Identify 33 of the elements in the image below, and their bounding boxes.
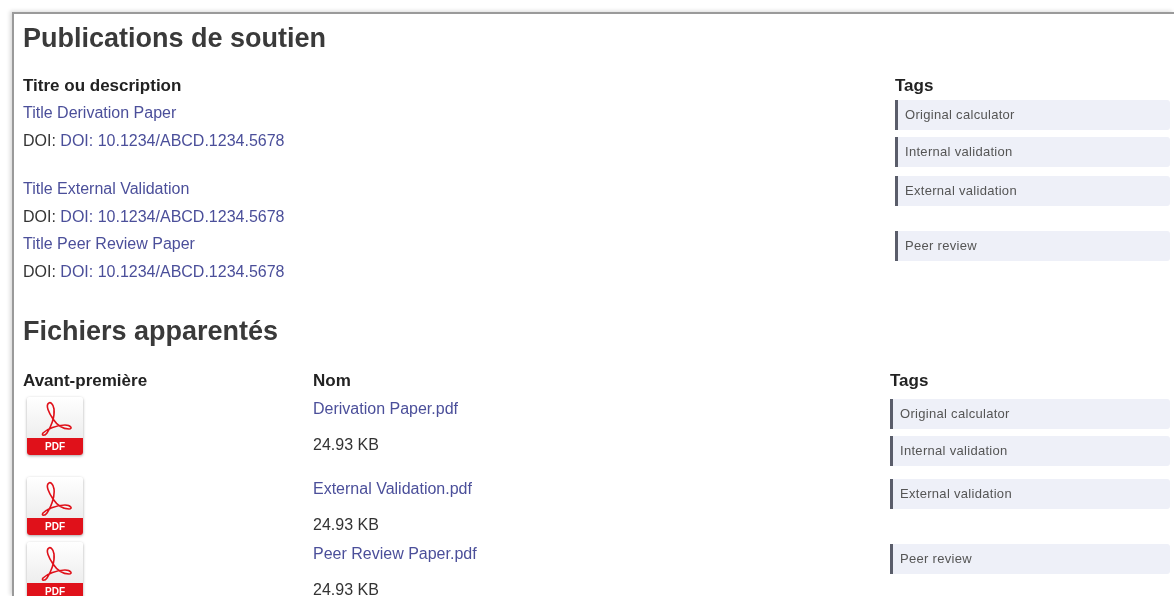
tag: Peer review — [895, 231, 1170, 261]
doi-label: DOI: — [23, 131, 56, 149]
column-header: Tags — [895, 75, 935, 97]
column-header: Titre ou description — [23, 75, 183, 97]
tag: Peer review — [890, 544, 1170, 574]
file-size: 24.93 KB — [313, 580, 380, 596]
doi-label: DOI: — [23, 262, 56, 280]
column-header: Nom — [313, 370, 352, 392]
file-name-link[interactable]: External Validation.pdf — [313, 480, 472, 497]
publication-title-link[interactable]: Title Derivation Paper — [23, 104, 177, 121]
file-name-link[interactable]: Peer Review Paper.pdf — [313, 545, 477, 562]
doi-link[interactable]: DOI: 10.1234/ABCD.1234.5678 — [60, 207, 285, 225]
tag: Internal validation — [895, 137, 1170, 167]
pdf-label: PDF — [27, 583, 83, 596]
file-name-link[interactable]: Derivation Paper.pdf — [313, 400, 458, 417]
file-size: 24.93 KB — [313, 515, 380, 535]
tag: Original calculator — [895, 100, 1170, 130]
tag: External validation — [890, 479, 1170, 509]
publication-title-link[interactable]: Title External Validation — [23, 180, 190, 197]
tag: External validation — [895, 176, 1170, 206]
tag: Internal validation — [890, 436, 1170, 466]
doi-link[interactable]: DOI: 10.1234/ABCD.1234.5678 — [60, 262, 285, 280]
section-heading: Fichiers apparentés — [23, 315, 280, 348]
column-header: Avant-première — [23, 370, 149, 392]
doi-link[interactable]: DOI: 10.1234/ABCD.1234.5678 — [60, 131, 285, 149]
file-size: 24.93 KB — [313, 435, 380, 455]
tag: Original calculator — [890, 399, 1170, 429]
doi-label: DOI: — [23, 207, 56, 225]
publication-title-link[interactable]: Title Peer Review Paper — [23, 235, 195, 252]
column-header: Tags — [890, 370, 930, 392]
pdf-label: PDF — [27, 518, 83, 535]
pdf-label: PDF — [27, 438, 83, 455]
section-heading: Publications de soutien — [23, 22, 328, 55]
